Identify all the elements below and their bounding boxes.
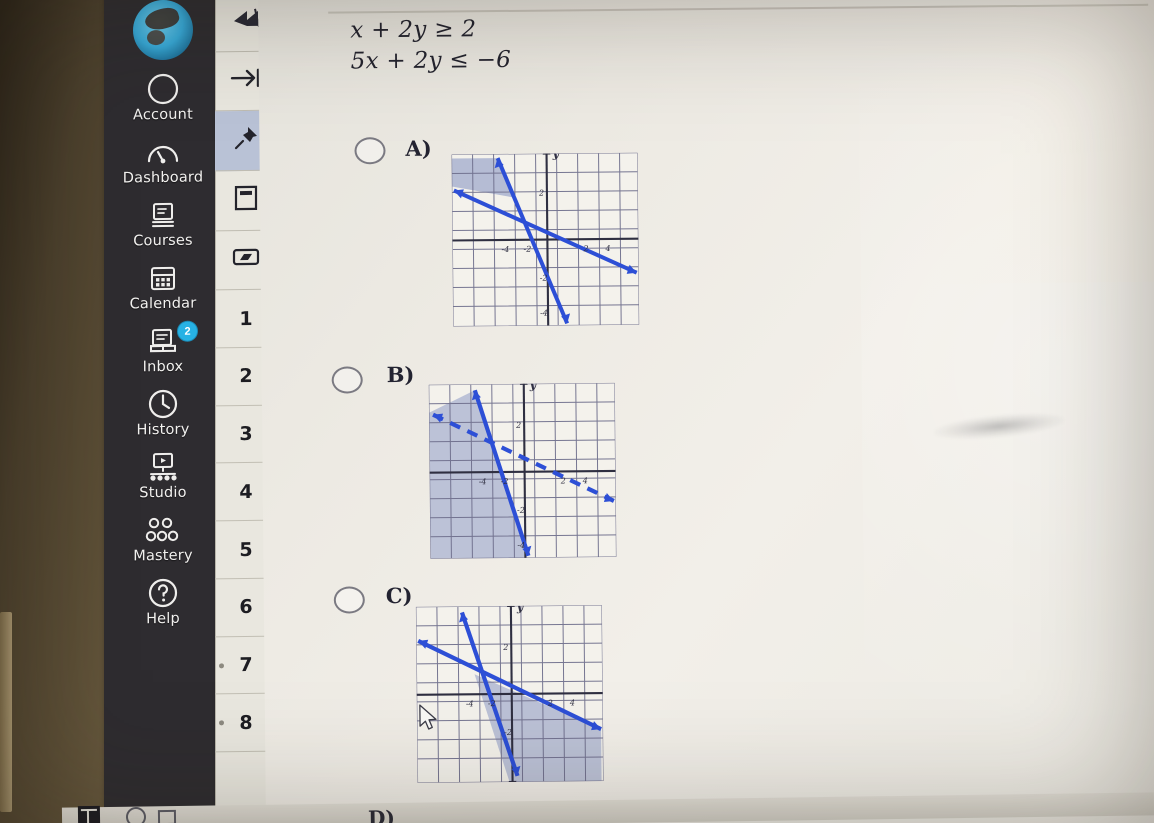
radio-option-a[interactable] — [354, 137, 386, 165]
nav-item-studio[interactable]: Studio — [104, 449, 222, 501]
nav-label-inbox: Inbox — [142, 358, 184, 376]
question-number: 3 — [239, 422, 253, 446]
option-label-a: A) — [405, 135, 432, 161]
flag-dot-icon — [219, 663, 224, 669]
axis-label-x: x — [607, 695, 615, 708]
windows-start-icon[interactable] — [77, 805, 101, 823]
nav-item-dashboard[interactable]: Dashboard — [104, 134, 222, 186]
tick-x-4: 4 — [582, 476, 588, 485]
nav-item-inbox[interactable]: 2 Inbox — [104, 320, 222, 376]
mastery-nodes-icon — [144, 513, 182, 547]
studio-screen-icon — [144, 450, 182, 484]
tick-x--4: -4 — [479, 477, 487, 486]
pin-icon — [233, 125, 259, 156]
equation-2: 5x + 2y ≤ −6 — [350, 46, 512, 75]
tick-y--4: -4 — [540, 309, 548, 318]
circle-search-icon[interactable] — [125, 806, 147, 823]
tick-y-2: 2 — [538, 189, 544, 198]
nav-item-calendar[interactable]: Calendar — [104, 260, 222, 312]
help-question-icon — [144, 576, 182, 610]
nav-label-calendar: Calendar — [129, 295, 197, 313]
nav-label-dashboard: Dashboard — [122, 169, 204, 187]
inbox-unread-badge: 2 — [177, 320, 198, 342]
tick-y--4: -4 — [517, 541, 525, 550]
tick-x-2: 2 — [547, 699, 553, 708]
nav-item-courses[interactable]: Courses — [104, 197, 222, 249]
graph-option-b: -4 -2 2 4 2 -2 -4 y x — [417, 375, 639, 569]
content-divider — [328, 3, 1149, 14]
tick-y--2: -2 — [504, 728, 512, 737]
question-number: 7 — [239, 653, 253, 677]
axis-label-x: x — [620, 473, 628, 486]
option-label-b: B) — [386, 361, 415, 388]
tick-x--2: -2 — [501, 477, 509, 486]
nav-label-courses: Courses — [133, 232, 193, 250]
question-number: 4 — [239, 480, 253, 503]
nav-item-mastery[interactable]: Mastery — [104, 512, 222, 564]
question-number: 6 — [239, 596, 253, 619]
question-number: 8 — [239, 711, 253, 734]
nav-label-help: Help — [146, 610, 180, 628]
tick-x-2: 2 — [582, 244, 588, 253]
question-number: 5 — [239, 538, 253, 561]
question-equations: x + 2y ≥ 2 5x + 2y ≤ −6 — [350, 14, 511, 77]
tick-y--2: -2 — [517, 506, 525, 515]
tick-y-2: 2 — [502, 643, 508, 652]
note-card-icon — [233, 184, 259, 217]
tick-y-2: 2 — [515, 421, 521, 430]
canvas-avatar-icon[interactable] — [133, 0, 193, 61]
calendar-icon — [144, 261, 182, 295]
mouse-cursor-icon — [418, 704, 440, 734]
nav-label-mastery: Mastery — [133, 547, 193, 565]
tick-x--2: -2 — [488, 699, 496, 708]
screen-glare — [858, 49, 1154, 755]
nav-item-help[interactable]: Help — [104, 575, 222, 645]
tick-x--4: -4 — [466, 699, 474, 708]
question-number: 1 — [239, 307, 253, 330]
screenshot-root: Account Dashboard Courses Calendar 2 Inb… — [0, 0, 1154, 823]
flag-dot-icon — [219, 720, 224, 726]
quiz-content: x + 2y ≥ 2 5x + 2y ≤ −6 A) -4 -2 2 4 2 -… — [257, 0, 1154, 823]
account-circle-icon — [144, 72, 182, 106]
nav-label-studio: Studio — [139, 484, 187, 502]
nav-label-account: Account — [133, 106, 193, 124]
question-number: 2 — [239, 365, 253, 388]
screen-glare-top — [896, 0, 1154, 285]
axis-label-x: x — [642, 241, 650, 254]
tick-x-4: 4 — [569, 698, 575, 707]
tick-x-4: 4 — [604, 244, 610, 253]
tick-x-2: 2 — [560, 476, 566, 485]
tick-x--2: -2 — [523, 245, 531, 254]
tick-y--2: -2 — [540, 274, 548, 283]
nav-item-history[interactable]: History — [104, 386, 222, 438]
global-nav: Account Dashboard Courses Calendar 2 Inb… — [104, 0, 222, 807]
radio-option-c[interactable] — [333, 586, 365, 614]
tick-x--4: -4 — [501, 245, 509, 254]
graph-option-a: -4 -2 2 4 2 -2 -4 y x — [439, 144, 661, 336]
tag-icon — [231, 247, 261, 272]
equation-1: x + 2y ≥ 2 — [350, 16, 477, 44]
flag-collapse-icon — [231, 7, 261, 36]
graph-option-c: -4 -2 2 4 2 -2 y x — [404, 595, 626, 793]
clock-history-icon — [144, 387, 182, 421]
option-label-d: D) — [367, 805, 395, 823]
monitor-bezel-edge — [0, 612, 12, 812]
dashboard-speedometer-icon — [144, 135, 182, 169]
courses-book-icon — [144, 198, 182, 232]
nav-label-history: History — [136, 421, 190, 439]
nav-item-account[interactable]: Account — [104, 71, 222, 123]
screen-smudge — [933, 409, 1065, 444]
task-view-icon[interactable] — [157, 809, 177, 823]
radio-option-b[interactable] — [331, 366, 363, 394]
